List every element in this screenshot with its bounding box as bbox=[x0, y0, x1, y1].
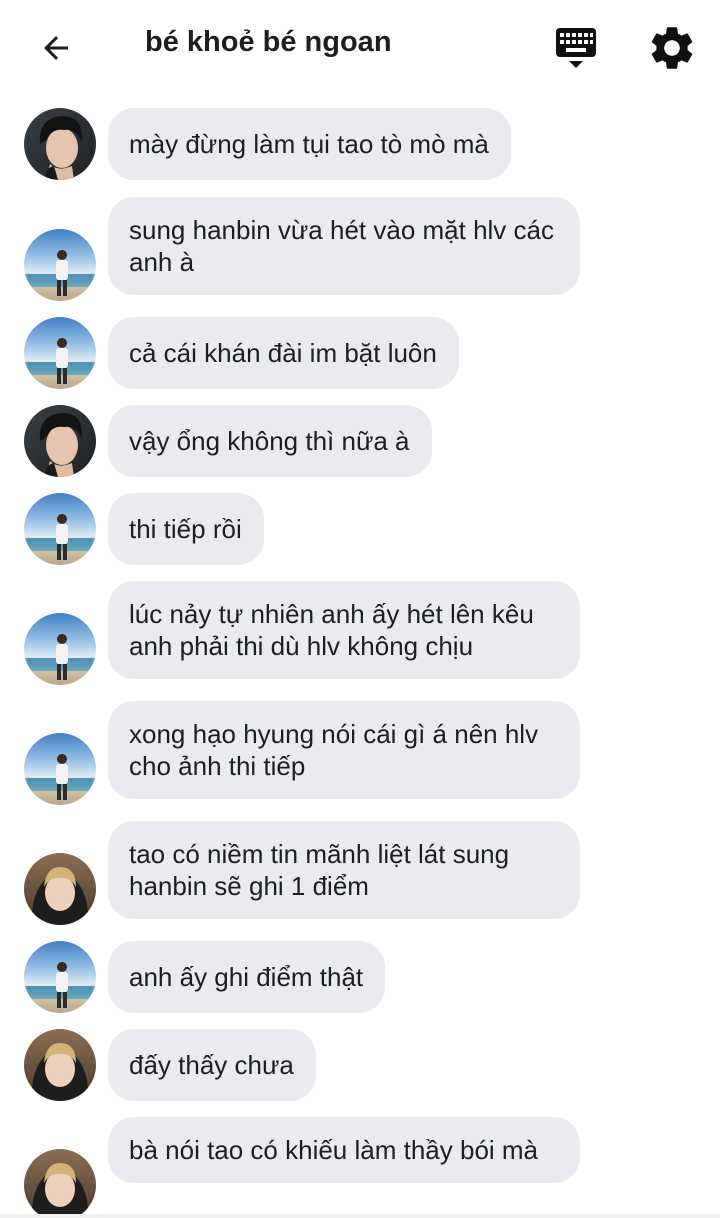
message-list[interactable]: mày đừng làm tụi tao tò mò mà sung hanbi… bbox=[0, 94, 720, 1218]
message-row: tao có niềm tin mãnh liệt lát sung hanbi… bbox=[0, 821, 720, 925]
blonde-boy-avatar bbox=[24, 1149, 96, 1218]
message-row: cả cái khán đài im bặt luôn bbox=[0, 317, 720, 389]
avatar[interactable] bbox=[24, 613, 96, 685]
beach-boy-avatar bbox=[24, 229, 96, 301]
message-row: đấy thấy chưa bbox=[0, 1029, 720, 1101]
back-button[interactable] bbox=[30, 22, 82, 74]
settings-button[interactable] bbox=[646, 22, 698, 74]
message-row: thi tiếp rồi bbox=[0, 493, 720, 565]
avatar[interactable] bbox=[24, 1029, 96, 1101]
message-bubble[interactable]: tao có niềm tin mãnh liệt lát sung hanbi… bbox=[108, 821, 580, 919]
beach-boy-avatar bbox=[24, 317, 96, 389]
message-row: mày đừng làm tụi tao tò mò mà bbox=[0, 108, 720, 180]
avatar[interactable] bbox=[24, 733, 96, 805]
beach-boy-avatar bbox=[24, 733, 96, 805]
message-bubble[interactable]: đấy thấy chưa bbox=[108, 1029, 316, 1101]
message-row: sung hanbin vừa hét vào mặt hlv các anh … bbox=[0, 197, 720, 301]
message-bubble[interactable]: vậy ổng không thì nữa à bbox=[108, 405, 432, 477]
keyboard-button[interactable] bbox=[550, 22, 604, 74]
message-row: lúc nảy tự nhiên anh ấy hét lên kêu anh … bbox=[0, 581, 720, 685]
gear-icon bbox=[651, 27, 693, 69]
message-row: anh ấy ghi điểm thật bbox=[0, 941, 720, 1013]
chat-header: bé khoẻ bé ngoan bbox=[0, 0, 720, 94]
message-bubble[interactable]: thi tiếp rồi bbox=[108, 493, 264, 565]
avatar[interactable] bbox=[24, 108, 96, 180]
message-bubble[interactable]: bà nói tao có khiếu làm thầy bói mà bbox=[108, 1117, 580, 1183]
divider bbox=[0, 1214, 720, 1218]
beach-boy-avatar bbox=[24, 493, 96, 565]
message-bubble[interactable]: anh ấy ghi điểm thật bbox=[108, 941, 386, 1013]
keyboard-icon bbox=[556, 28, 596, 68]
message-bubble[interactable]: xong hạo hyung nói cái gì á nên hlv cho … bbox=[108, 701, 580, 799]
arrow-left-icon bbox=[44, 36, 68, 60]
blonde-boy-avatar bbox=[24, 853, 96, 925]
avatar[interactable] bbox=[24, 405, 96, 477]
message-row: bà nói tao có khiếu làm thầy bói mà bbox=[0, 1117, 720, 1218]
avatar[interactable] bbox=[24, 317, 96, 389]
dark-hair-boy-avatar bbox=[24, 108, 96, 180]
message-bubble[interactable]: sung hanbin vừa hét vào mặt hlv các anh … bbox=[108, 197, 580, 295]
message-bubble[interactable]: lúc nảy tự nhiên anh ấy hét lên kêu anh … bbox=[108, 581, 580, 679]
avatar[interactable] bbox=[24, 229, 96, 301]
avatar[interactable] bbox=[24, 1149, 96, 1218]
beach-boy-avatar bbox=[24, 941, 96, 1013]
message-bubble[interactable]: mày đừng làm tụi tao tò mò mà bbox=[108, 108, 511, 180]
blonde-boy-avatar bbox=[24, 1029, 96, 1101]
beach-boy-avatar bbox=[24, 613, 96, 685]
message-row: vậy ổng không thì nữa à bbox=[0, 405, 720, 477]
avatar[interactable] bbox=[24, 941, 96, 1013]
dark-hair-boy-avatar bbox=[24, 405, 96, 477]
avatar[interactable] bbox=[24, 493, 96, 565]
message-row: xong hạo hyung nói cái gì á nên hlv cho … bbox=[0, 701, 720, 805]
message-bubble[interactable]: cả cái khán đài im bặt luôn bbox=[108, 317, 459, 389]
chat-title: bé khoẻ bé ngoan bbox=[145, 26, 392, 58]
avatar[interactable] bbox=[24, 853, 96, 925]
